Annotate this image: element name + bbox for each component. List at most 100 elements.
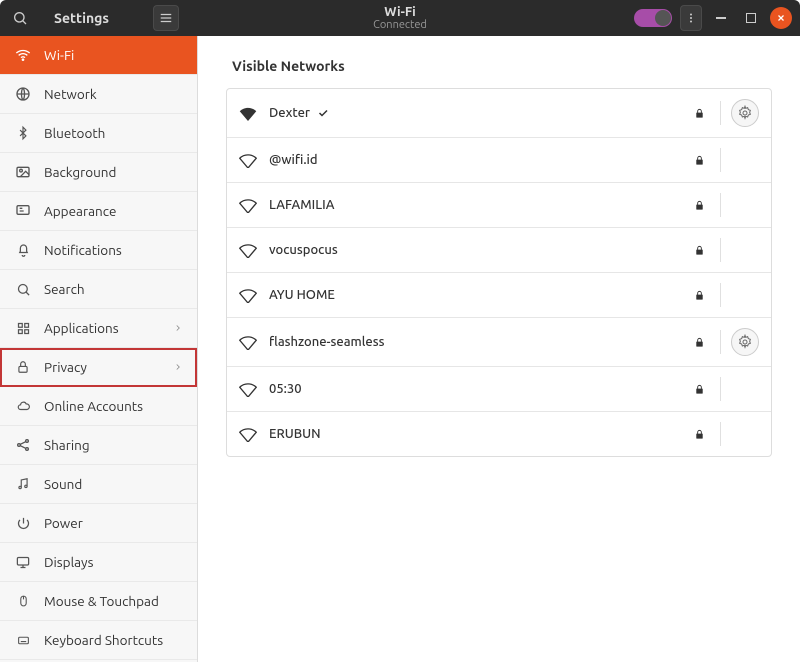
sidebar-item-search[interactable]: Search <box>0 270 197 309</box>
sidebar-item-power[interactable]: Power <box>0 504 197 543</box>
network-name: ERUBUN <box>269 427 692 441</box>
lock-icon <box>692 288 706 302</box>
network-list: Dexter @wifi.id LAFAMILIA vocuspocus AYU HOM… <box>226 88 772 457</box>
lock-icon <box>692 335 706 349</box>
sidebar-item-label: Mouse & Touchpad <box>44 593 159 609</box>
sidebar-item-wifi[interactable]: Wi-Fi <box>0 36 197 75</box>
network-name: @wifi.id <box>269 153 692 167</box>
sidebar-item-bluetooth[interactable]: Bluetooth <box>0 114 197 153</box>
share-icon <box>14 436 32 454</box>
wifi-signal-icon <box>239 380 257 398</box>
lock-icon <box>692 198 706 212</box>
sidebar-item-label: Keyboard Shortcuts <box>44 632 163 648</box>
hamburger-menu-button[interactable] <box>153 5 179 31</box>
search-icon <box>14 280 32 298</box>
maximize-button[interactable] <box>740 7 762 29</box>
wifi-signal-icon <box>239 151 257 169</box>
lock-icon <box>14 358 32 376</box>
network-name: vocuspocus <box>269 243 692 257</box>
keyboard-icon <box>14 631 32 649</box>
sidebar-item-mouse[interactable]: Mouse & Touchpad <box>0 582 197 621</box>
sidebar-item-label: Applications <box>44 320 119 336</box>
image-icon <box>14 163 32 181</box>
music-icon <box>14 475 32 493</box>
sidebar-item-label: Search <box>44 281 85 297</box>
network-row[interactable]: AYU HOME <box>227 273 771 318</box>
sidebar-item-sound[interactable]: Sound <box>0 465 197 504</box>
display-icon <box>14 553 32 571</box>
network-name: 05:30 <box>269 382 692 396</box>
close-button[interactable] <box>770 7 792 29</box>
network-row[interactable]: vocuspocus <box>227 228 771 273</box>
mouse-icon <box>14 592 32 610</box>
lock-icon <box>692 153 706 167</box>
network-settings-button[interactable] <box>731 99 759 127</box>
wifi-signal-icon <box>239 333 257 351</box>
wifi-signal-icon <box>239 425 257 443</box>
chevron-right-icon <box>173 322 183 334</box>
chevron-right-icon <box>173 361 183 373</box>
sidebar-item-label: Appearance <box>44 203 116 219</box>
sidebar-item-label: Power <box>44 515 83 531</box>
network-settings-button[interactable] <box>731 328 759 356</box>
lock-icon <box>692 243 706 257</box>
page-title: Wi-Fi <box>373 5 427 19</box>
sidebar-item-label: Wi-Fi <box>44 47 74 63</box>
appearance-icon <box>14 202 32 220</box>
minimize-button[interactable] <box>710 7 732 29</box>
wifi-icon <box>14 46 32 64</box>
globe-icon <box>14 85 32 103</box>
wifi-signal-icon <box>239 196 257 214</box>
app-title: Settings <box>54 10 109 26</box>
sidebar-item-label: Background <box>44 164 116 180</box>
network-row[interactable]: LAFAMILIA <box>227 183 771 228</box>
main-content: Visible Networks Dexter @wifi.id LAFAMILIA… <box>198 36 800 662</box>
sidebar-item-label: Sharing <box>44 437 90 453</box>
sidebar-item-applications[interactable]: Applications <box>0 309 197 348</box>
sidebar-item-label: Bluetooth <box>44 125 105 141</box>
lock-icon <box>692 382 706 396</box>
lock-icon <box>692 427 706 441</box>
sidebar-item-sharing[interactable]: Sharing <box>0 426 197 465</box>
network-row[interactable]: flashzone-seamless <box>227 318 771 367</box>
sidebar-item-label: Displays <box>44 554 93 570</box>
more-menu-button[interactable] <box>680 5 702 31</box>
sidebar-item-label: Notifications <box>44 242 122 258</box>
sidebar-item-privacy[interactable]: Privacy <box>0 348 197 387</box>
sidebar-item-label: Online Accounts <box>44 398 143 414</box>
titlebar: Settings Wi-Fi Connected <box>0 0 800 36</box>
network-row[interactable]: @wifi.id <box>227 138 771 183</box>
sidebar: Wi-Fi Network Bluetooth Background Appearanc… <box>0 36 198 662</box>
sidebar-item-keyboard[interactable]: Keyboard Shortcuts <box>0 621 197 660</box>
sidebar-item-displays[interactable]: Displays <box>0 543 197 582</box>
network-name: flashzone-seamless <box>269 335 692 349</box>
wifi-signal-icon <box>239 104 257 122</box>
wifi-toggle[interactable] <box>634 9 672 27</box>
bell-icon <box>14 241 32 259</box>
cloud-icon <box>14 397 32 415</box>
grid-icon <box>14 319 32 337</box>
wifi-signal-icon <box>239 286 257 304</box>
sidebar-item-network[interactable]: Network <box>0 75 197 114</box>
sidebar-item-label: Privacy <box>44 359 87 375</box>
network-row[interactable]: ERUBUN <box>227 412 771 456</box>
sidebar-item-online-accounts[interactable]: Online Accounts <box>0 387 197 426</box>
power-icon <box>14 514 32 532</box>
wifi-signal-icon <box>239 241 257 259</box>
connected-check-icon <box>316 107 330 119</box>
search-button[interactable] <box>8 6 32 30</box>
sidebar-item-background[interactable]: Background <box>0 153 197 192</box>
network-row[interactable]: Dexter <box>227 89 771 138</box>
bluetooth-icon <box>14 124 32 142</box>
network-name: Dexter <box>269 106 692 120</box>
sidebar-item-appearance[interactable]: Appearance <box>0 192 197 231</box>
section-title: Visible Networks <box>232 58 772 74</box>
network-name: AYU HOME <box>269 288 692 302</box>
network-name: LAFAMILIA <box>269 198 692 212</box>
sidebar-item-label: Sound <box>44 476 82 492</box>
page-subtitle: Connected <box>373 19 427 31</box>
sidebar-item-notifications[interactable]: Notifications <box>0 231 197 270</box>
lock-icon <box>692 106 706 120</box>
sidebar-item-label: Network <box>44 86 97 102</box>
network-row[interactable]: 05:30 <box>227 367 771 412</box>
